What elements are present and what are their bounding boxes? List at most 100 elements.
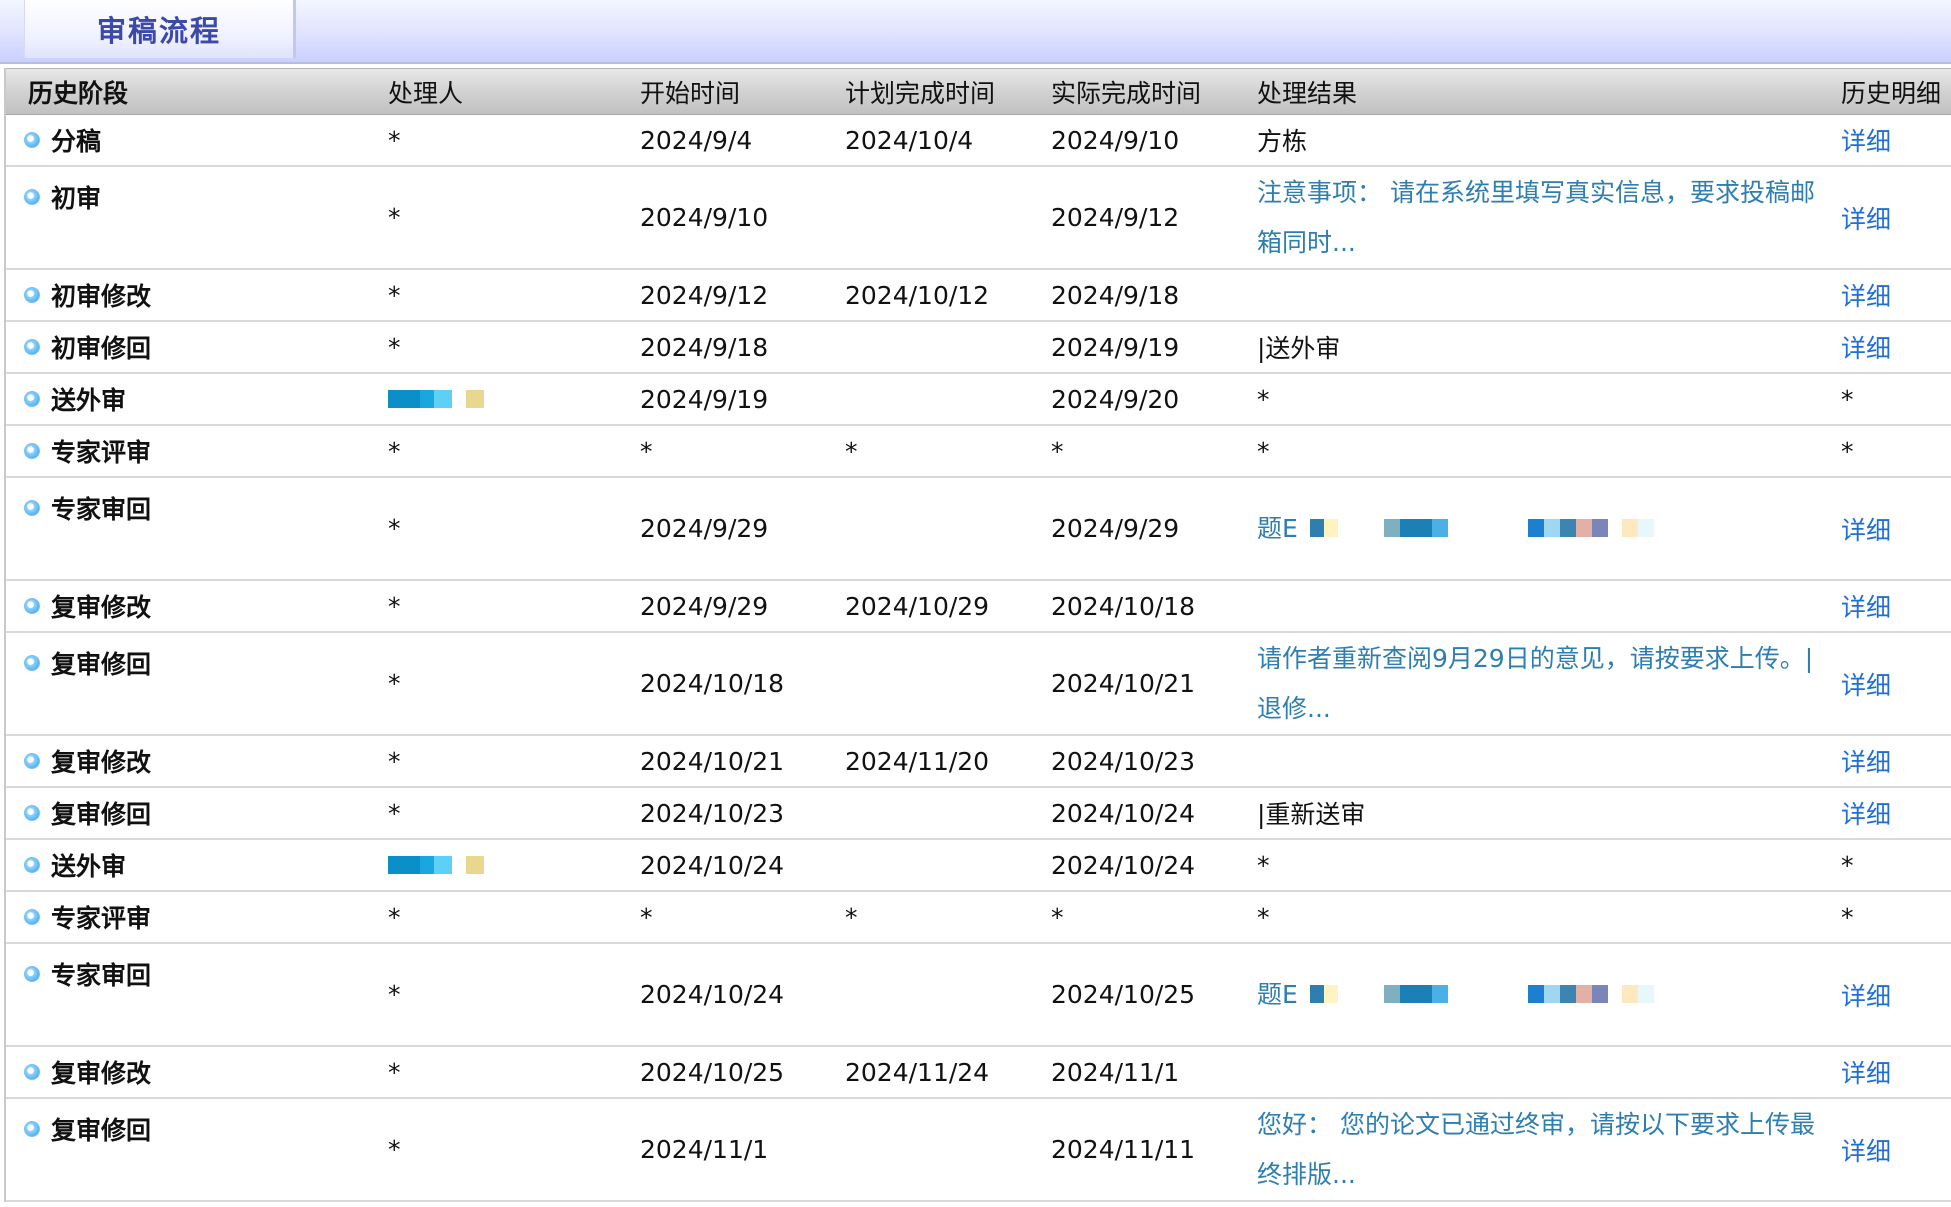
stage-name: 专家评审 [51, 438, 152, 467]
detail-cell[interactable]: 详细 [1838, 200, 1951, 236]
table-row: 送外审 2024/10/24 2024/10/24 * * [6, 840, 1951, 892]
stage-label-wrap: 复审修改 [24, 743, 385, 779]
result-link[interactable]: 您好： 您的论文已通过终审，请按以下要求上传最终排版... [1257, 1110, 1815, 1189]
detail-link[interactable]: 详细 [1841, 593, 1891, 622]
col-header-stage: 历史阶段 [28, 78, 129, 108]
table-row: 复审修回 * 2024/11/1 2024/11/11 您好： 您的论文已通过终审，请按… [6, 1099, 1951, 1202]
redaction-block [1543, 984, 1560, 1003]
result-cell[interactable]: 注意事项： 请在系统里填写真实信息，要求投稿邮箱同时... [1254, 168, 1838, 268]
result-cell[interactable]: 题E [1254, 504, 1838, 554]
redaction-block [420, 390, 434, 408]
redaction-block [1621, 984, 1638, 1003]
result-cell[interactable]: 题E [1254, 970, 1838, 1020]
redaction-block [1621, 518, 1638, 537]
actual-time-cell: 2024/9/10 [1051, 125, 1180, 155]
tab-review-process[interactable]: 审稿流程 [24, 0, 296, 58]
result-link[interactable]: 题E [1257, 514, 1298, 543]
start-time-cell: 2024/11/1 [640, 1135, 769, 1164]
result-cell: * [1254, 851, 1838, 880]
detail-link[interactable]: 详细 [1841, 671, 1891, 700]
detail-cell[interactable]: 详细 [1838, 277, 1951, 313]
detail-link[interactable]: 详细 [1841, 205, 1891, 234]
detail-cell[interactable]: 详细 [1838, 977, 1951, 1013]
stage-label-wrap: 复审修改 [24, 1054, 385, 1090]
plan-time-cell: 2024/10/29 [845, 591, 990, 621]
detail-text: * [1841, 902, 1854, 932]
handler-cell: * [388, 280, 401, 310]
table-row: 复审修改 * 2024/10/25 2024/11/24 2024/11/1 详细 [6, 1047, 1951, 1099]
actual-time-cell: 2024/9/19 [1051, 332, 1180, 362]
detail-cell[interactable]: 详细 [1838, 329, 1951, 365]
plan-time-cell: * [845, 902, 858, 932]
detail-link[interactable]: 详细 [1841, 800, 1891, 829]
handler-cell: * [388, 203, 401, 232]
detail-link[interactable]: 详细 [1841, 282, 1891, 311]
detail-cell[interactable]: 详细 [1838, 1054, 1951, 1090]
table-row: 复审修回 * 2024/10/23 2024/10/24 |重新送审 详细 [6, 788, 1951, 840]
start-time-cell: 2024/9/12 [640, 280, 769, 310]
redaction-block [1383, 518, 1400, 537]
col-header-result: 处理结果 [1257, 78, 1358, 108]
bullet-icon [24, 443, 40, 459]
detail-link[interactable]: 详细 [1841, 982, 1891, 1011]
detail-cell[interactable]: 详细 [1838, 666, 1951, 702]
result-cell: * [1254, 437, 1838, 466]
redaction-block [466, 856, 484, 874]
result-link[interactable]: 题E [1257, 980, 1298, 1009]
result-cell: * [1254, 903, 1838, 932]
stage-name: 分稿 [51, 127, 102, 156]
stage-name: 复审修改 [51, 1059, 152, 1088]
bullet-icon [24, 339, 40, 355]
detail-cell[interactable]: 详细 [1838, 1132, 1951, 1168]
stage-name: 复审修回 [51, 800, 152, 829]
start-time-cell: 2024/9/18 [640, 332, 769, 362]
detail-link[interactable]: 详细 [1841, 1059, 1891, 1088]
result-text: 方栋 [1257, 127, 1308, 156]
result-cell[interactable]: 您好： 您的论文已通过终审，请按以下要求上传最终排版... [1254, 1100, 1838, 1200]
actual-time-cell: 2024/10/23 [1051, 746, 1196, 776]
result-text: |重新送审 [1257, 800, 1366, 829]
stage-cell: 初审修回 [6, 329, 385, 365]
detail-link[interactable]: 详细 [1841, 1137, 1891, 1166]
table-row: 送外审 2024/9/19 2024/9/20 * * [6, 374, 1951, 426]
bullet-icon [24, 805, 40, 821]
stage-name: 专家评审 [51, 904, 152, 933]
detail-cell[interactable]: 详细 [1838, 743, 1951, 779]
redaction-block [1337, 518, 1384, 537]
detail-link[interactable]: 详细 [1841, 127, 1891, 156]
result-cell[interactable]: 请作者重新查阅9月29日的意见，请按要求上传。|退修... [1254, 634, 1838, 734]
redacted-result [1309, 984, 1654, 1003]
start-time-cell: 2024/9/29 [640, 514, 769, 543]
review-history-table: 历史阶段 处理人 开始时间 计划完成时间 实际完成时间 处理结果 历史明细 分稿… [4, 68, 1951, 1202]
detail-link[interactable]: 详细 [1841, 748, 1891, 777]
handler-cell: * [388, 1057, 401, 1087]
detail-cell[interactable]: 详细 [1838, 795, 1951, 831]
start-time-cell: 2024/10/23 [640, 798, 785, 828]
detail-cell[interactable]: 详细 [1838, 511, 1951, 547]
redaction-block [1383, 984, 1400, 1003]
col-header-detail: 历史明细 [1841, 78, 1942, 108]
table-row: 专家评审 * * * * * * [6, 426, 1951, 478]
redacted-handler [388, 390, 637, 408]
redaction-block [1447, 518, 1528, 537]
detail-cell[interactable]: 详细 [1838, 122, 1951, 158]
detail-cell[interactable]: 详细 [1838, 588, 1951, 624]
result-link[interactable]: 注意事项： 请在系统里填写真实信息，要求投稿邮箱同时... [1257, 178, 1815, 257]
col-header-handler: 处理人 [388, 78, 464, 108]
table-row: 初审 * 2024/9/10 2024/9/12 注意事项： 请在系统里填写真实信息，要… [6, 167, 1951, 270]
actual-time-cell: 2024/10/24 [1051, 850, 1196, 880]
handler-cell [385, 856, 637, 874]
redaction-block [1607, 984, 1622, 1003]
detail-link[interactable]: 详细 [1841, 516, 1891, 545]
start-time-cell: 2024/10/24 [640, 850, 785, 880]
detail-link[interactable]: 详细 [1841, 334, 1891, 363]
detail-text: * [1841, 436, 1854, 466]
actual-time-cell: 2024/10/21 [1051, 669, 1196, 698]
result-text: |送外审 [1257, 334, 1341, 363]
handler-cell: * [388, 798, 401, 828]
redaction-block [1637, 518, 1654, 537]
actual-time-cell: 2024/10/25 [1051, 980, 1196, 1009]
result-link[interactable]: 请作者重新查阅9月29日的意见，请按要求上传。|退修... [1257, 644, 1813, 723]
handler-cell: * [388, 436, 401, 466]
actual-time-cell: 2024/10/18 [1051, 591, 1196, 621]
